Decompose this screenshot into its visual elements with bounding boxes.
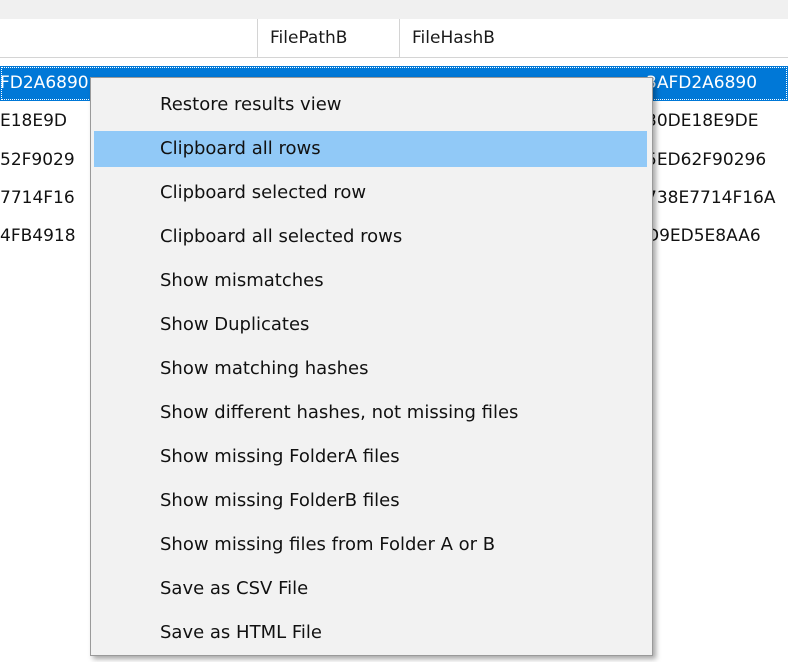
column-header-filehashb[interactable]: FileHashB bbox=[400, 19, 788, 57]
menu-item-show-missing-foldera-files[interactable]: Show missing FolderA files bbox=[94, 439, 647, 475]
menu-item-show-mismatches[interactable]: Show mismatches bbox=[94, 263, 647, 299]
cell-hash-a: E18E9D bbox=[0, 111, 68, 131]
column-header-hidden[interactable] bbox=[0, 19, 258, 57]
menu-item-show-matching-hashes[interactable]: Show matching hashes bbox=[94, 351, 647, 387]
cell-hash-a: 4FB4918 bbox=[0, 226, 76, 246]
menu-item-clipboard-selected-row[interactable]: Clipboard selected row bbox=[94, 175, 647, 211]
cell-hash-a: 7714F16 bbox=[0, 188, 75, 208]
cell-hash-b: 3AFD2A6890 bbox=[646, 73, 758, 93]
cell-hash-a: FD2A6890 bbox=[0, 73, 89, 93]
context-menu: Restore results view Clipboard all rows … bbox=[90, 77, 653, 656]
menu-item-save-as-html[interactable]: Save as HTML File bbox=[94, 615, 647, 651]
menu-item-show-missing-folderb-files[interactable]: Show missing FolderB files bbox=[94, 483, 647, 519]
menu-item-show-duplicates[interactable]: Show Duplicates bbox=[94, 307, 647, 343]
menu-item-restore-results-view[interactable]: Restore results view bbox=[94, 87, 647, 123]
cell-hash-b: 5ED62F90296 bbox=[646, 150, 767, 170]
menu-item-save-as-csv[interactable]: Save as CSV File bbox=[94, 571, 647, 607]
results-window: FilePathB FileHashB FD2A6890 3AFD2A6890 … bbox=[0, 0, 788, 662]
cell-hash-b: 30DE18E9DE bbox=[646, 111, 759, 131]
cell-hash-a: 52F9029 bbox=[0, 150, 75, 170]
grid-header: FilePathB FileHashB bbox=[0, 19, 788, 58]
menu-item-clipboard-all-selected-rows[interactable]: Clipboard all selected rows bbox=[94, 219, 647, 255]
menu-item-clipboard-all-rows[interactable]: Clipboard all rows bbox=[94, 131, 647, 167]
column-header-filepathb[interactable]: FilePathB bbox=[258, 19, 400, 57]
menu-item-show-missing-files-a-or-b[interactable]: Show missing files from Folder A or B bbox=[94, 527, 647, 563]
cell-hash-b: D9ED5E8AA6 bbox=[646, 226, 761, 246]
window-top-strip bbox=[0, 0, 788, 19]
menu-item-show-different-hashes[interactable]: Show different hashes, not missing files bbox=[94, 395, 647, 431]
cell-hash-b: 738E7714F16A bbox=[646, 188, 776, 208]
